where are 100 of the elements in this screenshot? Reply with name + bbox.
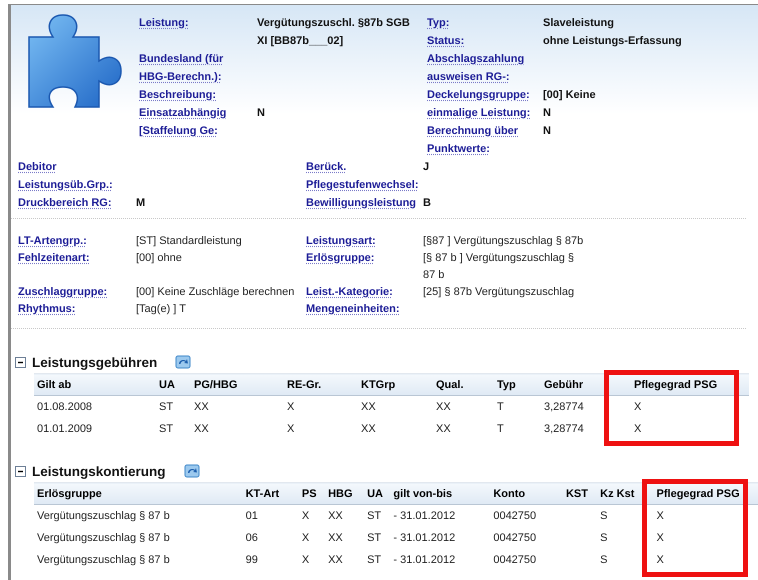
table-cell-text: - 31.01.2012 bbox=[392, 553, 456, 568]
column-header[interactable]: gilt von-bis bbox=[390, 482, 490, 504]
table-cell: XX bbox=[358, 396, 433, 418]
field-value: Slaveleistung bbox=[543, 16, 615, 31]
field-label: Deckelungsgruppe: bbox=[427, 88, 531, 103]
table-cell: T bbox=[494, 396, 541, 418]
collapse-icon[interactable] bbox=[15, 466, 26, 476]
column-header[interactable]: KTGrp bbox=[358, 374, 433, 396]
table-cell-text: X bbox=[656, 553, 665, 568]
section-title: Leistungsgebühren bbox=[32, 354, 158, 370]
field-value: [§87 ] Vergütungszuschlag § 87b bbox=[423, 234, 584, 249]
table-cell: 01 bbox=[242, 504, 299, 527]
table-cell-text: X bbox=[300, 531, 310, 546]
column-header[interactable]: Konto bbox=[490, 482, 563, 504]
field-label: Debitor bbox=[18, 160, 58, 175]
table-cell: 3,28774 bbox=[541, 396, 604, 418]
table-cell: ST bbox=[364, 504, 390, 527]
table-cell: Vergütungszuschlag § 87 b bbox=[34, 504, 243, 527]
column-header[interactable]: UA bbox=[364, 482, 390, 504]
field-value: [25] § 87b Vergütungszuschlag bbox=[423, 285, 576, 300]
field-label: [Staffelung Ge: bbox=[139, 124, 219, 139]
table-cell-text: 0042750 bbox=[492, 531, 538, 546]
table-cell-text: ST bbox=[366, 553, 382, 568]
field-label: einmalige Leistung: bbox=[427, 106, 532, 121]
table-cell: ST bbox=[156, 396, 191, 418]
field-label: Status: bbox=[427, 34, 466, 49]
column-header[interactable]: Kz Kst bbox=[597, 482, 642, 504]
table-cell-text: Vergütungszuschlag § 87 b bbox=[36, 553, 171, 568]
field-label: Typ: bbox=[427, 16, 450, 31]
refresh-icon[interactable] bbox=[184, 464, 200, 478]
field-label: Erlösgruppe: bbox=[306, 251, 376, 266]
field-label: Fehlzeitenart: bbox=[18, 251, 91, 266]
table-cell: X bbox=[298, 504, 326, 527]
field-value: [00] Keine Zuschläge berechnen bbox=[136, 285, 296, 300]
table-cell-text: 06 bbox=[244, 531, 259, 546]
column-header[interactable]: HBG bbox=[325, 482, 364, 504]
field-label: Pflegestufenwechsel: bbox=[306, 178, 420, 193]
table-cell: XX bbox=[191, 396, 284, 418]
column-header[interactable]: Typ bbox=[494, 374, 541, 396]
table-cell-text: X bbox=[286, 422, 296, 437]
table-cell-text: ST bbox=[158, 422, 174, 437]
table-cell-text: XX bbox=[327, 531, 344, 546]
field-value: [Tag(e) ] T bbox=[136, 302, 187, 317]
table-cell: XX bbox=[325, 504, 364, 527]
collapse-icon[interactable] bbox=[15, 356, 26, 368]
table-cell-text: XX bbox=[435, 422, 452, 437]
field-label: Einsatzabhängig bbox=[139, 106, 228, 121]
table-cell: S bbox=[597, 504, 642, 527]
field-label: Zuschlaggruppe: bbox=[18, 285, 108, 300]
field-value: M bbox=[136, 196, 146, 211]
field-value: N bbox=[543, 124, 552, 139]
field-value: N bbox=[543, 106, 552, 121]
field-value: J bbox=[423, 160, 430, 175]
table-cell: X bbox=[604, 396, 749, 418]
table-cell-text: T bbox=[496, 422, 505, 437]
column-header[interactable]: UA bbox=[156, 374, 191, 396]
column-header[interactable]: Erlösgruppe bbox=[34, 482, 243, 504]
table-cell-text: ST bbox=[366, 531, 382, 546]
table-cell-text: X bbox=[656, 531, 665, 546]
field-label: Berück. bbox=[306, 160, 348, 175]
field-value: ohne Leistungs-Erfassung bbox=[543, 34, 683, 49]
field-value: B bbox=[423, 196, 432, 211]
table-cell-text: - 31.01.2012 bbox=[392, 531, 456, 546]
field-value: [§ 87 b ] Vergütungszuschlag § 87 b bbox=[423, 251, 576, 283]
field-value: [00] Keine bbox=[543, 88, 597, 103]
column-header[interactable]: PG/HBG bbox=[191, 374, 284, 396]
table-cell-text: Vergütungszuschlag § 87 b bbox=[36, 531, 171, 546]
field-label: Leistungsart: bbox=[306, 234, 377, 249]
field-value: [ST] Standardleistung bbox=[136, 234, 243, 249]
table-cell-text: X bbox=[633, 422, 642, 437]
table-cell-text: 01.01.2009 bbox=[36, 422, 94, 437]
field-label: Abschlagszahlung ausweisen RG-: bbox=[427, 52, 526, 85]
field-label: Bundesland (für HBG-Berechn.): bbox=[139, 52, 224, 85]
table-cell-text: XX bbox=[327, 553, 344, 568]
field-label: Leistung: bbox=[139, 16, 190, 31]
field-value: [00] ohne bbox=[136, 251, 183, 266]
table-cell-text: 3,28774 bbox=[543, 422, 585, 437]
column-header[interactable]: Qual. bbox=[433, 374, 494, 396]
table-cell: 0042750 bbox=[490, 504, 563, 527]
table-cell-text: XX bbox=[193, 422, 210, 437]
column-header[interactable]: KST bbox=[562, 482, 598, 504]
table-cell-text: XX bbox=[360, 422, 377, 437]
column-header[interactable]: KT-Art bbox=[242, 482, 299, 504]
field-label: Berechnung über Punktwerte: bbox=[427, 124, 520, 157]
column-header[interactable]: Gilt ab bbox=[34, 374, 156, 396]
table-cell-text: S bbox=[599, 553, 608, 568]
column-header[interactable]: Gebühr bbox=[541, 374, 604, 396]
field-label: Mengeneinheiten: bbox=[306, 302, 401, 317]
field-label: Leist.-Kategorie: bbox=[306, 285, 394, 300]
field-label: Leistungsüb.Grp.: bbox=[18, 178, 114, 193]
field-label: LT-Artengrp.: bbox=[18, 234, 88, 249]
column-header[interactable]: RE-Gr. bbox=[284, 374, 358, 396]
table-cell-text: 99 bbox=[244, 553, 259, 568]
table-cell-text: S bbox=[599, 531, 608, 546]
section-title: Leistungskontierung bbox=[32, 464, 166, 478]
refresh-icon[interactable] bbox=[175, 355, 192, 369]
field-value: N bbox=[257, 106, 266, 121]
column-header[interactable]: PS bbox=[298, 482, 326, 504]
table-cell: - 31.01.2012 bbox=[390, 504, 490, 527]
field-label: Beschreibung: bbox=[139, 88, 218, 103]
